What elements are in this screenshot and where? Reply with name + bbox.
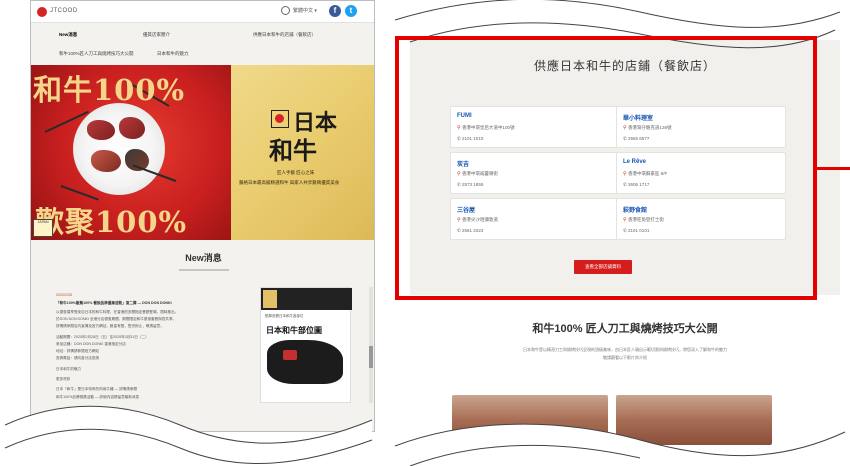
callout-connector bbox=[817, 167, 850, 170]
highlight-box bbox=[395, 36, 817, 300]
